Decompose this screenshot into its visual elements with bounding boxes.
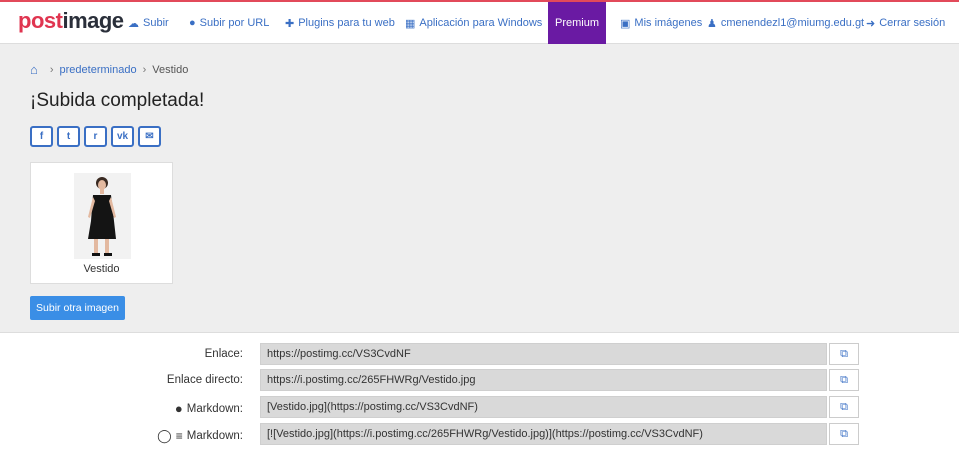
link-label: ● Markdown: (175, 401, 243, 416)
link-label-text: Enlace directo: (166, 374, 243, 386)
share-buttons: f t r vk ✉ (30, 126, 161, 147)
plugin-icon: ✚ (285, 17, 295, 30)
link-row: Enlace directo: https://i.postimg.cc/265… (0, 369, 959, 393)
nav-account[interactable]: ♟ cmenendezl1@miumg.edu.gt (707, 2, 864, 44)
copy-icon[interactable]: ⧉ (829, 343, 859, 365)
nav-plugins-label: Plugins para tu web (298, 17, 395, 29)
cloud-upload-icon: ☁ (128, 17, 139, 30)
github-icon: ◯ (157, 428, 172, 443)
markdown-image-field[interactable]: [![Vestido.jpg](https://i.postimg.cc/265… (260, 423, 827, 445)
user-icon: ♟ (707, 17, 717, 30)
copy-icon[interactable]: ⧉ (829, 396, 859, 418)
nav-account-label: cmenendezl1@miumg.edu.gt (720, 17, 865, 29)
nav-windows-app-label: Aplicación para Windows (419, 17, 543, 29)
nav-windows-app[interactable]: ▦ Aplicación para Windows (405, 2, 542, 44)
windows-icon: ▦ (405, 17, 416, 30)
breadcrumb-current: Vestido (152, 63, 189, 76)
link-label: ◯ ≡ Markdown: (157, 428, 243, 444)
breadcrumb-separator: › (142, 63, 147, 76)
premium-button[interactable]: Premium (548, 2, 606, 44)
markdown-link-field[interactable]: [Vestido.jpg](https://postimg.cc/VS3CvdN… (260, 396, 827, 418)
globe-icon: ● (189, 17, 196, 29)
sign-out-icon: ➜ (866, 17, 876, 30)
image-icon: ▣ (620, 17, 631, 30)
nav-plugins[interactable]: ✚ Plugins para tu web (285, 2, 395, 44)
copy-icon[interactable]: ⧉ (829, 423, 859, 445)
logo-text-image: image (62, 8, 124, 33)
link-label-text: Enlace: (204, 348, 243, 360)
breadcrumb-separator: › (49, 63, 54, 76)
vk-icon[interactable]: vk (111, 126, 134, 147)
reddit-icon[interactable]: r (84, 126, 107, 147)
stackoverflow-icon: ≡ (175, 429, 183, 443)
link-row: ● Markdown: [Vestido.jpg](https://postim… (0, 396, 959, 420)
link-row: Enlace: https://postimg.cc/VS3CvdNF ⧉ (0, 343, 959, 367)
reddit-icon: ● (174, 401, 183, 416)
link-label-text: Markdown: (186, 402, 243, 415)
breadcrumb: ⌂ › predeterminado › Vestido (30, 62, 188, 77)
page-title: ¡Subida completada! (30, 90, 205, 111)
dress-photo (74, 173, 131, 259)
nav-my-images[interactable]: ▣ Mis imágenes (620, 2, 702, 44)
breadcrumb-folder-link[interactable]: predeterminado (60, 64, 137, 76)
nav-sign-out-label: Cerrar sesión (879, 17, 946, 29)
facebook-icon[interactable]: f (30, 126, 53, 147)
nav-my-images-label: Mis imágenes (634, 17, 703, 29)
nav-sign-out[interactable]: ➜ Cerrar sesión (866, 2, 945, 44)
nav-upload-url-label: Subir por URL (199, 17, 270, 29)
nav-upload-label: Subir (143, 17, 169, 29)
image-thumbnail-card[interactable]: Vestido (30, 162, 173, 284)
link-field[interactable]: https://postimg.cc/VS3CvdNF (260, 343, 827, 365)
nav-upload-url[interactable]: ● Subir por URL (189, 2, 269, 44)
link-label: Enlace: (205, 348, 243, 360)
upload-another-button[interactable]: Subir otra imagen (30, 296, 125, 320)
twitter-icon[interactable]: t (57, 126, 80, 147)
link-label: Enlace directo: (167, 374, 243, 386)
email-icon[interactable]: ✉ (138, 126, 161, 147)
top-navbar: postimage ☁ Subir ● Subir por URL ✚ Plug… (0, 0, 959, 44)
logo-text-post: post (18, 8, 63, 33)
nav-upload[interactable]: ☁ Subir (128, 2, 169, 44)
copy-icon[interactable]: ⧉ (829, 369, 859, 391)
thumbnail-caption: Vestido (83, 263, 120, 275)
link-label-text: Markdown: (186, 430, 243, 442)
home-icon[interactable]: ⌂ (30, 62, 38, 77)
link-row: ◯ ≡ Markdown: [![Vestido.jpg](https://i.… (0, 423, 959, 447)
direct-link-field[interactable]: https://i.postimg.cc/265FHWRg/Vestido.jp… (260, 369, 827, 391)
postimage-logo[interactable]: postimage (18, 8, 124, 34)
